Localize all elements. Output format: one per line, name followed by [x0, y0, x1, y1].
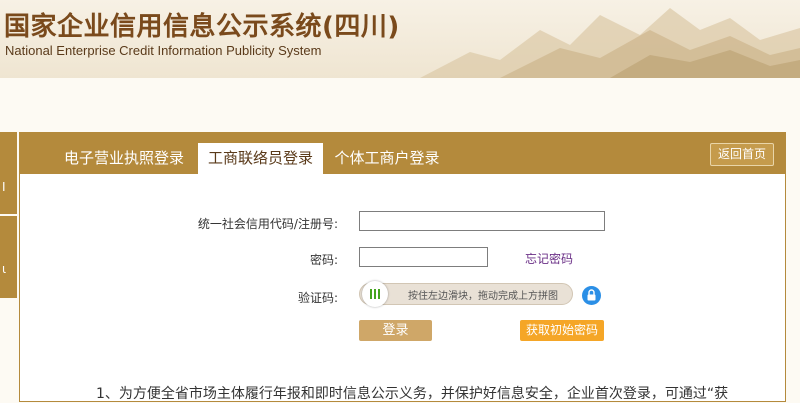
password-label: 密码: — [309, 253, 338, 267]
lock-icon — [582, 286, 601, 305]
back-home-button[interactable]: 返回首页 — [710, 143, 774, 166]
slider-hint: 按住左边滑块，拖动完成上方拼图 — [408, 291, 558, 302]
login-panel: 电子营业执照登录 工商联络员登录 个体工商户登录 返回首页 统一社会信用代码/注… — [19, 132, 786, 402]
tab-bar: 电子营业执照登录 工商联络员登录 个体工商户登录 返回首页 — [20, 133, 785, 174]
slider-handle-icon[interactable] — [362, 281, 388, 307]
side-nav-glyph: Ⅰ — [2, 180, 6, 194]
password-input[interactable] — [359, 247, 488, 267]
tab-e-license-login[interactable]: 电子营业执照登录 — [54, 143, 194, 174]
forgot-password-link[interactable]: 忘记密码 — [525, 250, 573, 267]
site-title: 国家企业信用信息公示系统(四川) — [4, 12, 400, 42]
tab-liaison-login[interactable]: 工商联络员登录 — [198, 143, 323, 174]
captcha-label: 验证码: — [297, 291, 338, 305]
site-header: 国家企业信用信息公示系统(四川) National Enterprise Cre… — [0, 0, 800, 78]
side-nav-strip[interactable]: Ⅰ ι — [0, 132, 17, 298]
credit-code-label: 统一社会信用代码/注册号: — [197, 217, 338, 231]
side-nav-glyph: ι — [2, 262, 7, 276]
side-divider — [0, 214, 17, 216]
tab-individual-business-login[interactable]: 个体工商户登录 — [328, 143, 446, 174]
get-initial-password-button[interactable]: 获取初始密码 — [520, 320, 604, 341]
login-button[interactable]: 登录 — [359, 320, 432, 341]
captcha-slider[interactable]: 按住左边滑块，拖动完成上方拼图 — [359, 281, 573, 307]
notice-text: 1、为方便全省市场主体履行年报和即时信息公示义务，并保护好信息安全，企业首次登录… — [96, 386, 729, 402]
site-subtitle: National Enterprise Credit Information P… — [5, 43, 322, 58]
credit-code-input[interactable] — [359, 211, 605, 231]
